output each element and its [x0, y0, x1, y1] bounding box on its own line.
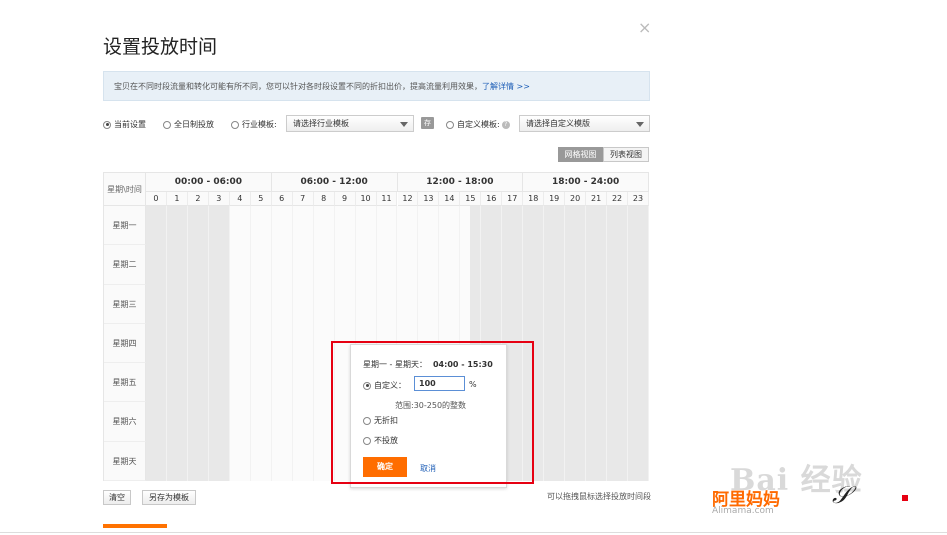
hour-column[interactable] — [146, 206, 167, 481]
day-label[interactable]: 星期天 — [104, 441, 146, 481]
day-label[interactable]: 星期一 — [104, 206, 146, 246]
day-label[interactable]: 星期二 — [104, 245, 146, 285]
hour-header[interactable]: 23 — [628, 192, 649, 206]
info-notice: 宝贝在不同时段流量和转化可能有所不同，您可以针对各时段设置不同的折扣出价，提高流… — [103, 71, 650, 101]
radio-dot — [103, 120, 111, 129]
period-header[interactable]: 12:00 - 18:00 — [397, 173, 524, 192]
tab-grid-view[interactable]: 网格视图 — [558, 147, 603, 162]
hour-header[interactable]: 5 — [250, 192, 272, 206]
hour-header[interactable]: 16 — [481, 192, 503, 206]
hour-header[interactable]: 14 — [439, 192, 461, 206]
radio-all-day[interactable]: 全日制投放 — [163, 119, 214, 130]
hour-header[interactable]: 4 — [229, 192, 251, 206]
chevron-down-icon — [636, 122, 644, 127]
day-label[interactable]: 星期三 — [104, 284, 146, 324]
hour-header[interactable]: 21 — [586, 192, 608, 206]
day-label[interactable]: 星期六 — [104, 402, 146, 442]
hour-header[interactable]: 12 — [397, 192, 419, 206]
chevron-down-icon — [400, 122, 408, 127]
industry-template-select[interactable]: 请选择行业模板 — [286, 115, 414, 132]
day-label[interactable]: 星期四 — [104, 323, 146, 364]
primary-button-edge[interactable] — [103, 524, 167, 528]
watermark: Bai 经验 阿里妈妈 Alimama.com 𝒮 — [712, 455, 947, 525]
hour-header[interactable]: 19 — [544, 192, 566, 206]
hour-header[interactable]: 15 — [460, 192, 482, 206]
hour-column[interactable] — [565, 206, 587, 481]
hour-header[interactable]: 9 — [334, 192, 356, 206]
hour-header[interactable]: 8 — [313, 192, 335, 206]
hour-header[interactable]: 18 — [523, 192, 545, 206]
hour-column[interactable] — [586, 206, 608, 481]
hour-column[interactable] — [167, 206, 188, 481]
help-icon[interactable]: ? — [501, 120, 510, 129]
page: × 设置投放时间 宝贝在不同时段流量和转化可能有所不同，您可以针对各时段设置不同… — [0, 0, 947, 535]
hour-header[interactable]: 7 — [292, 192, 314, 206]
radio-dot — [231, 120, 239, 129]
hour-column[interactable] — [251, 206, 272, 481]
close-icon[interactable]: × — [638, 20, 651, 36]
hour-header[interactable]: 3 — [208, 192, 230, 206]
hour-column[interactable] — [544, 206, 566, 481]
hour-header[interactable]: 22 — [607, 192, 629, 206]
period-header[interactable]: 00:00 - 06:00 — [146, 173, 272, 192]
template-options: 当前设置 全日制投放 行业模板: 请选择行业模板 存 自定义模板:? 请选择自定… — [103, 114, 650, 134]
hour-header[interactable]: 17 — [502, 192, 524, 206]
save-as-template-button[interactable]: 另存为模板 — [142, 490, 196, 505]
hour-header[interactable]: 6 — [271, 192, 293, 206]
save-template-icon[interactable]: 存 — [421, 117, 434, 129]
hour-header[interactable]: 20 — [565, 192, 587, 206]
hour-column[interactable] — [607, 206, 629, 481]
clear-button[interactable]: 清空 — [103, 490, 131, 505]
hour-header[interactable]: 11 — [376, 192, 398, 206]
tab-list-view[interactable]: 列表视图 — [603, 147, 649, 162]
dialog-title: 设置投放时间 — [103, 36, 218, 58]
radio-custom-template[interactable]: 自定义模板:? — [446, 119, 510, 130]
hour-header[interactable]: 10 — [355, 192, 377, 206]
grid-corner-label: 星期\时间 — [104, 173, 146, 206]
radio-dot — [446, 120, 454, 129]
hour-header[interactable]: 13 — [418, 192, 440, 206]
radio-current-settings[interactable]: 当前设置 — [103, 119, 146, 130]
seal-mark — [902, 495, 908, 501]
radio-dot — [163, 120, 171, 129]
highlight-box — [331, 341, 534, 484]
signature-mark: 𝒮 — [832, 481, 851, 509]
divider — [0, 532, 947, 533]
hour-column[interactable] — [230, 206, 251, 481]
hour-header[interactable]: 0 — [146, 192, 167, 206]
hour-column[interactable] — [293, 206, 314, 481]
custom-template-select[interactable]: 请选择自定义模版 — [519, 115, 650, 132]
hour-column[interactable] — [209, 206, 230, 481]
radio-industry-template[interactable]: 行业模板: — [231, 119, 277, 130]
drag-hint: 可以拖拽鼠标选择投放时间段 — [547, 492, 651, 501]
period-header[interactable]: 06:00 - 12:00 — [271, 173, 398, 192]
day-label[interactable]: 星期五 — [104, 363, 146, 403]
hour-header[interactable]: 2 — [187, 192, 209, 206]
alimama-url: Alimama.com — [712, 506, 774, 516]
hour-column[interactable] — [628, 206, 649, 481]
learn-more-link[interactable]: 了解详情 >> — [482, 82, 530, 91]
hour-column[interactable] — [272, 206, 293, 481]
hour-header[interactable]: 1 — [166, 192, 188, 206]
notice-text: 宝贝在不同时段流量和转化可能有所不同，您可以针对各时段设置不同的折扣出价，提高流… — [114, 82, 482, 91]
period-header[interactable]: 18:00 - 24:00 — [523, 173, 649, 192]
hour-column[interactable] — [188, 206, 209, 481]
